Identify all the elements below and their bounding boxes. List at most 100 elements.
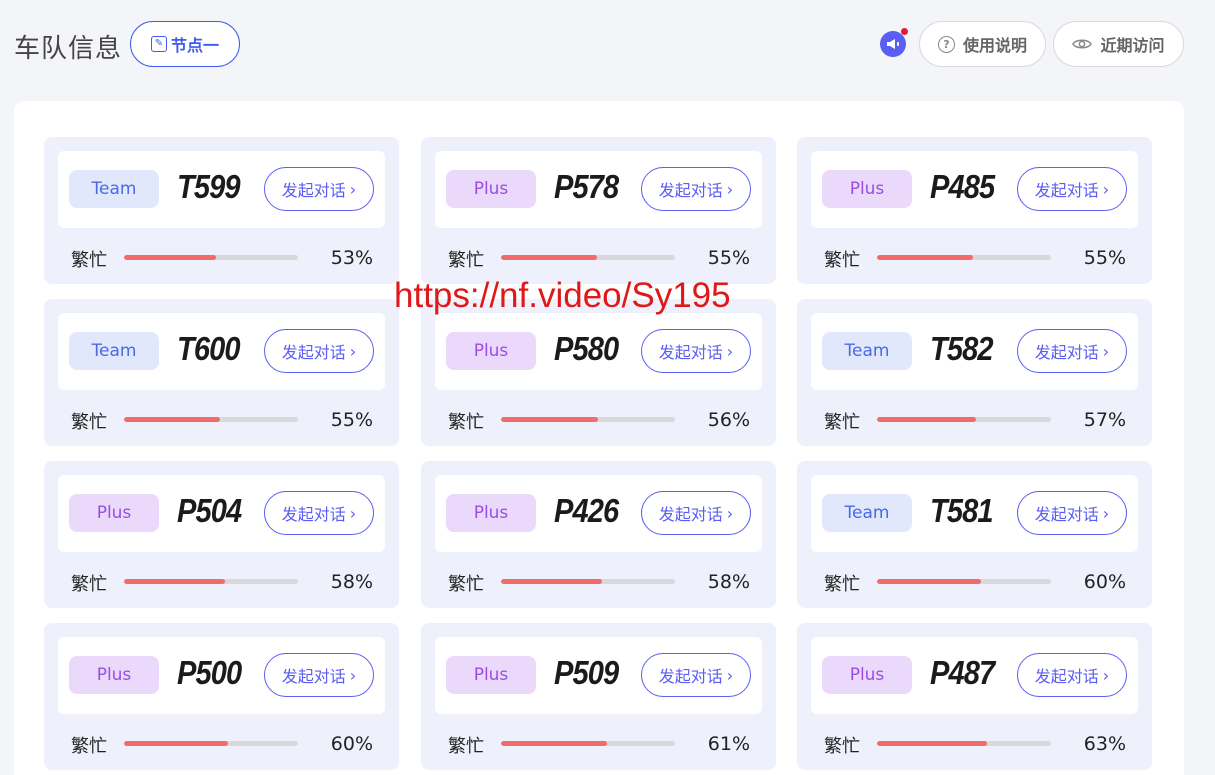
chevron-right-icon: › — [726, 341, 734, 361]
load-bar — [124, 579, 298, 584]
card-header: Team T600 发起对话 › — [58, 313, 385, 390]
start-chat-label: 发起对话 — [658, 505, 723, 524]
card-header: Plus P426 发起对话 › — [435, 475, 762, 552]
load-bar-fill — [124, 255, 217, 260]
start-chat-button[interactable]: 发起对话 › — [264, 329, 374, 373]
load-bar-fill — [877, 741, 987, 746]
start-chat-button[interactable]: 发起对话 › — [641, 491, 751, 535]
start-chat-label: 发起对话 — [1034, 667, 1099, 686]
status-label: 繁忙 — [448, 250, 484, 271]
fleet-card: Team T599 发起对话 › 繁忙 53% — [44, 137, 399, 284]
status-label: 繁忙 — [448, 736, 484, 757]
tier-badge: Plus — [69, 656, 159, 694]
chevron-right-icon: › — [349, 665, 357, 685]
load-bar-fill — [877, 417, 977, 422]
load-bar — [501, 417, 675, 422]
announcement-button[interactable] — [880, 28, 908, 57]
node-select-button[interactable]: ✎ 节点一 — [130, 21, 240, 67]
start-chat-button[interactable]: 发起对话 › — [264, 167, 374, 211]
fleet-card: Plus P509 发起对话 › 繁忙 61% — [421, 623, 776, 770]
fleet-card: Plus P485 发起对话 › 繁忙 55% — [797, 137, 1152, 284]
start-chat-button[interactable]: 发起对话 › — [641, 329, 751, 373]
node-label: 节点一 — [170, 36, 219, 55]
help-label: 使用说明 — [962, 36, 1027, 55]
card-header: Team T582 发起对话 › — [811, 313, 1138, 390]
chevron-right-icon: › — [349, 503, 357, 523]
tier-badge: Team — [822, 494, 912, 532]
start-chat-button[interactable]: 发起对话 › — [1017, 653, 1127, 697]
fleet-card: Plus P426 发起对话 › 繁忙 58% — [421, 461, 776, 608]
car-code: T600 — [177, 330, 241, 367]
chevron-right-icon: › — [1102, 179, 1110, 199]
question-icon: ? — [937, 35, 955, 53]
tier-badge: Plus — [446, 332, 536, 370]
card-header: Plus P485 发起对话 › — [811, 151, 1138, 228]
load-bar — [501, 255, 675, 260]
start-chat-label: 发起对话 — [1034, 181, 1099, 200]
recent-visits-button[interactable]: 近期访问 — [1053, 21, 1184, 67]
fleet-card: Plus P487 发起对话 › 繁忙 63% — [797, 623, 1152, 770]
start-chat-label: 发起对话 — [281, 505, 346, 524]
start-chat-button[interactable]: 发起对话 › — [641, 653, 751, 697]
car-code: P485 — [930, 168, 995, 205]
start-chat-label: 发起对话 — [658, 343, 723, 362]
watermark-url: https://nf.video/Sy195 — [394, 276, 731, 315]
chevron-right-icon: › — [726, 665, 734, 685]
chevron-right-icon: › — [1102, 665, 1110, 685]
tier-badge: Plus — [69, 494, 159, 532]
card-header: Team T599 发起对话 › — [58, 151, 385, 228]
tier-badge: Plus — [446, 494, 536, 532]
fleet-card: Team T600 发起对话 › 繁忙 55% — [44, 299, 399, 446]
tier-badge: Plus — [446, 656, 536, 694]
start-chat-button[interactable]: 发起对话 › — [264, 653, 374, 697]
card-header: Plus P504 发起对话 › — [58, 475, 385, 552]
start-chat-label: 发起对话 — [658, 667, 723, 686]
start-chat-button[interactable]: 发起对话 › — [1017, 329, 1127, 373]
load-percent: 56% — [707, 409, 750, 431]
status-label: 繁忙 — [824, 574, 860, 595]
load-percent: 60% — [330, 733, 373, 755]
start-chat-label: 发起对话 — [1034, 343, 1099, 362]
help-button[interactable]: ? 使用说明 — [919, 21, 1046, 67]
start-chat-label: 发起对话 — [658, 181, 723, 200]
load-bar-fill — [877, 255, 973, 260]
chevron-right-icon: › — [1102, 341, 1110, 361]
card-header: Plus P580 发起对话 › — [435, 313, 762, 390]
status-label: 繁忙 — [824, 412, 860, 433]
tier-badge: Plus — [822, 170, 912, 208]
load-bar-fill — [124, 417, 220, 422]
status-label: 繁忙 — [824, 736, 860, 757]
load-bar — [124, 417, 298, 422]
chevron-right-icon: › — [349, 341, 357, 361]
load-percent: 55% — [330, 409, 373, 431]
car-code: P509 — [554, 654, 619, 691]
chevron-right-icon: › — [726, 179, 734, 199]
start-chat-button[interactable]: 发起对话 › — [264, 491, 374, 535]
notification-dot — [901, 28, 908, 35]
card-header: Plus P487 发起对话 › — [811, 637, 1138, 714]
car-code: T582 — [930, 330, 994, 367]
load-percent: 55% — [707, 247, 750, 269]
load-percent: 63% — [1083, 733, 1126, 755]
status-label: 繁忙 — [824, 250, 860, 271]
fleet-card: Plus P504 发起对话 › 繁忙 58% — [44, 461, 399, 608]
tier-badge: Plus — [822, 656, 912, 694]
load-bar-fill — [501, 741, 608, 746]
start-chat-button[interactable]: 发起对话 › — [1017, 167, 1127, 211]
start-chat-button[interactable]: 发起对话 › — [1017, 491, 1127, 535]
card-header: Plus P500 发起对话 › — [58, 637, 385, 714]
load-bar-fill — [124, 579, 225, 584]
start-chat-button[interactable]: 发起对话 › — [641, 167, 751, 211]
fleet-card: Team T581 发起对话 › 繁忙 60% — [797, 461, 1152, 608]
car-code: P426 — [554, 492, 619, 529]
card-header: Team T581 发起对话 › — [811, 475, 1138, 552]
start-chat-label: 发起对话 — [281, 343, 346, 362]
car-code: P504 — [177, 492, 242, 529]
megaphone-icon — [887, 39, 899, 49]
fleet-card: Plus P578 发起对话 › 繁忙 55% — [421, 137, 776, 284]
fleet-card: Plus P500 发起对话 › 繁忙 60% — [44, 623, 399, 770]
chevron-right-icon: › — [726, 503, 734, 523]
chevron-right-icon: › — [349, 179, 357, 199]
card-header: Plus P578 发起对话 › — [435, 151, 762, 228]
load-bar-fill — [124, 741, 229, 746]
